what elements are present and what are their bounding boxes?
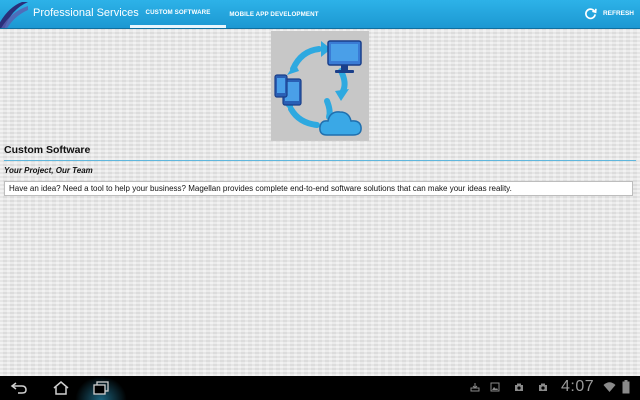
description-text: Have an idea? Need a tool to help your b… bbox=[4, 181, 633, 196]
hero-illustration bbox=[271, 31, 369, 141]
phone-icon bbox=[274, 74, 288, 98]
app-title: Professional Services bbox=[33, 7, 139, 19]
section-subtitle: Your Project, Our Team bbox=[4, 166, 93, 175]
app-logo[interactable] bbox=[0, 0, 28, 28]
system-bar: 4:07 bbox=[0, 376, 640, 400]
tab-label: CUSTOM SOFTWARE bbox=[145, 9, 211, 16]
recent-apps-icon bbox=[93, 381, 109, 395]
cloud-icon bbox=[319, 111, 362, 136]
wifi-icon[interactable] bbox=[603, 381, 616, 393]
home-button[interactable] bbox=[48, 376, 74, 400]
download-icon[interactable] bbox=[470, 382, 480, 392]
section-title: Custom Software bbox=[4, 144, 91, 156]
gallery-icon[interactable] bbox=[490, 382, 500, 392]
monitor-icon bbox=[327, 40, 362, 73]
home-icon bbox=[53, 381, 69, 395]
tab-label: MOBILE APP DEVELOPMENT bbox=[229, 10, 319, 18]
camera-icon[interactable] bbox=[514, 382, 524, 392]
recent-apps-button[interactable] bbox=[88, 376, 114, 400]
refresh-button[interactable]: REFRESH bbox=[584, 7, 634, 20]
clock[interactable]: 4:07 bbox=[561, 378, 594, 396]
divider bbox=[4, 160, 636, 161]
action-bar: Professional Services CUSTOM SOFTWARE MO… bbox=[0, 0, 640, 29]
back-button[interactable] bbox=[6, 376, 32, 400]
refresh-icon bbox=[585, 8, 597, 20]
tab-custom-software[interactable]: CUSTOM SOFTWARE bbox=[130, 0, 226, 28]
tab-mobile-app-development[interactable]: MOBILE APP DEVELOPMENT bbox=[226, 0, 322, 28]
camera-icon[interactable] bbox=[538, 382, 548, 392]
refresh-label: REFRESH bbox=[602, 10, 634, 17]
back-icon bbox=[10, 382, 27, 394]
battery-icon[interactable] bbox=[622, 380, 630, 394]
